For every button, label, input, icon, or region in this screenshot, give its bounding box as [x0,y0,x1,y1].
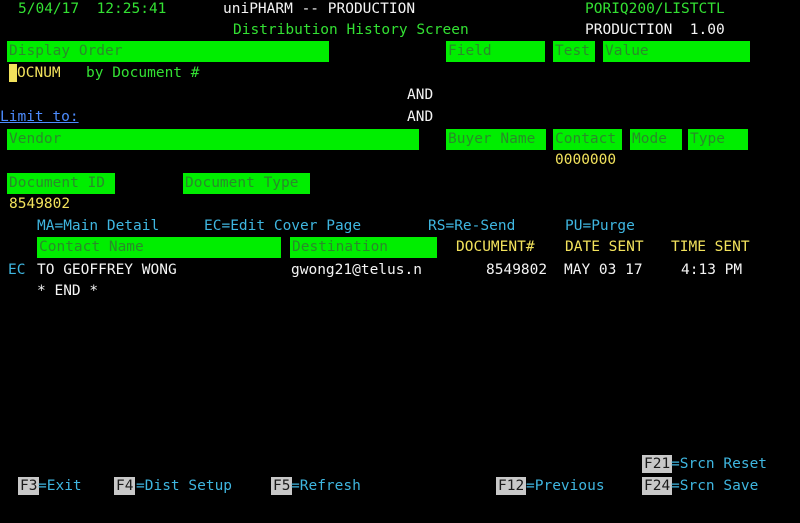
screen-title: Distribution History Screen [233,22,469,38]
option-main-detail: MA=Main Detail [37,218,160,234]
header-app-name: uniPHARM -- PRODUCTION [223,1,416,17]
time-sent-column-header: TIME SENT [671,239,750,255]
value-header: Value [603,41,750,62]
f4-key-cap[interactable]: F4 [114,477,136,495]
document-id-field[interactable]: Document ID [7,173,115,194]
row-time-sent: 4:13 PM [681,262,743,278]
document-id-value: 8549802 [9,196,71,212]
text-cursor [9,64,17,82]
destination-column-header: Destination [290,237,437,258]
f3-key-cap[interactable]: F3 [18,477,40,495]
display-order-description: by Document # [86,65,200,81]
end-of-list-marker: * END * [37,283,99,299]
header-program-id: PORIQ200/LISTCTL [585,1,725,17]
row-document-number: 8549802 [486,262,548,278]
document-type-field[interactable]: Document Type [183,173,310,194]
contact-value: 0000000 [555,152,617,168]
f21-key-cap[interactable]: F21 [642,455,673,473]
test-header: Test [553,41,595,62]
f24-key-label: =Srcn Save [671,478,759,494]
f12-key-cap[interactable]: F12 [496,477,527,495]
display-order-value[interactable]: OCNUM [17,64,61,82]
f3-key-label: =Exit [38,478,82,494]
f5-key-cap[interactable]: F5 [271,477,293,495]
header-environment: PRODUCTION 1.00 [585,22,725,38]
date-sent-column-header: DATE SENT [565,239,644,255]
and-label-1: AND [407,87,434,103]
and-label-2: AND [407,109,434,125]
row-option-input[interactable]: EC [8,261,25,279]
f12-key-label: =Previous [526,478,605,494]
f24-key-cap[interactable]: F24 [642,477,673,495]
type-field[interactable]: Type [688,129,748,150]
option-edit-cover-page: EC=Edit Cover Page [204,218,362,234]
limit-to-label: Limit to: [0,109,79,125]
document-number-column-header: DOCUMENT# [456,239,535,255]
f21-key-label: =Srcn Reset [671,456,768,472]
mode-field[interactable]: Mode [630,129,682,150]
field-header: Field [446,41,545,62]
buyer-name-field[interactable]: Buyer Name [446,129,546,150]
row-date-sent: MAY 03 17 [564,262,643,278]
row-destination: gwong21@telus.n [291,262,422,278]
option-purge: PU=Purge [565,218,635,234]
vendor-field[interactable]: Vendor [7,129,419,150]
header-datetime: 5/04/17 12:25:41 [18,1,167,17]
f4-key-label: =Dist Setup [136,478,233,494]
contact-field[interactable]: Contact [553,129,622,150]
option-resend: RS=Re-Send [428,218,516,234]
row-contact-name: TO GEOFFREY WONG [37,262,177,278]
display-order-header: Display Order [7,41,329,62]
contact-name-column-header: Contact Name [37,237,281,258]
f5-key-label: =Refresh [291,478,361,494]
